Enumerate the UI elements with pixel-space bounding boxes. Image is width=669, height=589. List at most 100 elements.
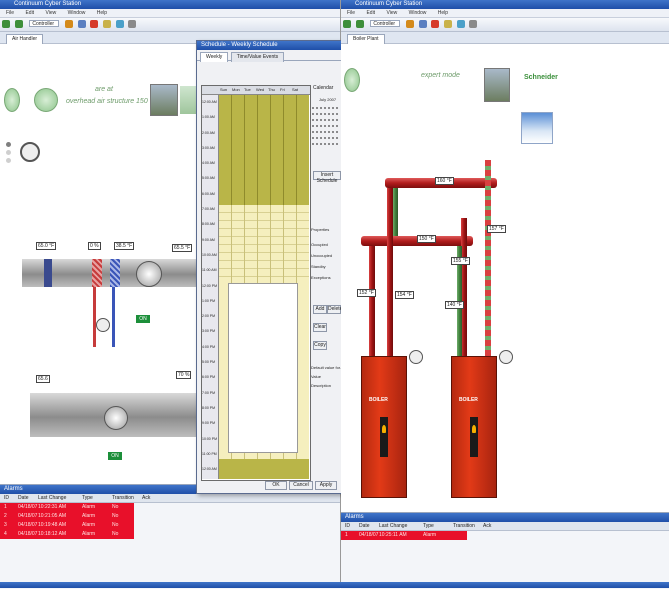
- pipe-temp-label-1: 160 °F: [435, 177, 454, 185]
- boiler-2-burner: [470, 417, 478, 457]
- cancel-button[interactable]: Cancel: [289, 481, 313, 490]
- alarm-icon[interactable]: [431, 20, 440, 28]
- alarm-row[interactable]: 1 04/18/0710:22:31 AM Alarm No: [0, 503, 134, 512]
- boiler-1-flame-icon: [382, 425, 386, 433]
- right-window-title: Continuum Cyber Station: [355, 1, 423, 7]
- boiler-2[interactable]: BOILER: [451, 356, 497, 498]
- menu-window[interactable]: Window: [409, 10, 427, 16]
- print-icon[interactable]: [418, 20, 427, 28]
- banner-text-line-1: are at: [95, 86, 113, 93]
- boiler-2-label: BOILER: [459, 397, 478, 403]
- left-banner: are at overhead air structure 150: [0, 82, 196, 132]
- print-icon[interactable]: [77, 20, 86, 28]
- alarm-icon[interactable]: [90, 20, 99, 28]
- trend-icon[interactable]: [456, 20, 465, 28]
- alarm-row[interactable]: 3 04/18/0710:19:48 AM Alarm No: [0, 521, 134, 530]
- occupied-block[interactable]: [219, 95, 309, 205]
- occupied-block-evening[interactable]: [219, 459, 309, 479]
- refresh-icon[interactable]: [406, 20, 415, 28]
- mini-calendar[interactable]: [311, 105, 339, 149]
- left-alarm-header: ID Date Last Change Type Transition Ack: [0, 494, 340, 503]
- menu-edit[interactable]: Edit: [366, 10, 375, 16]
- settings-icon[interactable]: [469, 20, 478, 28]
- right-toolbar: Controller: [341, 18, 669, 32]
- valve-icon[interactable]: [96, 318, 110, 332]
- boiler-2-flame-icon: [472, 425, 476, 433]
- tab-time-value-events[interactable]: Time/Value Events: [230, 52, 285, 62]
- menu-file[interactable]: File: [6, 10, 14, 16]
- supply-fan-icon: [136, 261, 162, 287]
- menu-window[interactable]: Window: [68, 10, 86, 16]
- header-text: expert mode: [421, 72, 460, 79]
- weather-thumbnail: [521, 112, 553, 144]
- home-button-icon[interactable]: [4, 88, 20, 112]
- trend-icon[interactable]: [115, 20, 124, 28]
- alarm-row[interactable]: 4 04/18/0710:18:12 AM Alarm No: [0, 530, 134, 539]
- alarm-row[interactable]: 2 04/18/0710:21:05 AM Alarm No: [0, 512, 134, 521]
- pipe-temp-label-2: 150 °F: [417, 235, 436, 243]
- tab-boiler-plant[interactable]: Boiler Plant: [347, 34, 385, 44]
- right-window-titlebar: Continuum Cyber Station: [341, 0, 669, 9]
- pipe-temp-label-5: 152 °F: [357, 289, 376, 297]
- insert-schedule-button[interactable]: Insert Schedule: [313, 171, 341, 184]
- brand-logo: Schneider: [524, 74, 558, 81]
- ok-button[interactable]: OK: [265, 481, 287, 490]
- right-menubar: File Edit View Window Help: [341, 9, 669, 18]
- label-sensor-3: 38.5 °F: [114, 242, 135, 250]
- mode-radio-2[interactable]: [6, 150, 11, 155]
- address-field[interactable]: Controller: [29, 20, 60, 27]
- mode-radio-1[interactable]: [6, 142, 11, 147]
- mode-radio-3[interactable]: [6, 158, 11, 163]
- apply-button[interactable]: Apply: [315, 481, 337, 490]
- copy-button[interactable]: Copy: [313, 341, 327, 350]
- schedule-icon[interactable]: [103, 20, 112, 28]
- boiler-1-label: BOILER: [369, 397, 388, 403]
- pipe-temp-label-4: 155 °F: [451, 257, 470, 265]
- address-field[interactable]: Controller: [370, 20, 401, 27]
- add-button[interactable]: Add: [313, 305, 327, 314]
- home-button-icon[interactable]: [344, 68, 360, 92]
- right-alarm-titlebar: Alarms: [341, 513, 669, 522]
- back-button-icon[interactable]: [34, 88, 58, 112]
- delete-button[interactable]: Delete: [327, 305, 342, 314]
- heating-coil: [92, 259, 102, 287]
- calendar-month: July 2007: [319, 97, 337, 102]
- label-sensor-2: 0 %: [88, 242, 101, 250]
- refresh-icon[interactable]: [65, 20, 74, 28]
- forward-icon[interactable]: [355, 20, 364, 28]
- valve-pipe-blue: [112, 287, 115, 347]
- left-window-titlebar: Continuum Cyber Station: [0, 0, 340, 9]
- photo-thumbnail: [484, 68, 510, 102]
- occupied-checkbox[interactable]: Occupied Unoccupied Standby Exceptions: [311, 239, 341, 283]
- clear-button[interactable]: Clear: [313, 323, 327, 332]
- back-icon[interactable]: [2, 20, 10, 28]
- back-icon[interactable]: [343, 20, 351, 28]
- forward-icon[interactable]: [14, 20, 23, 28]
- menu-view[interactable]: View: [45, 10, 56, 16]
- menu-help[interactable]: Help: [97, 10, 107, 16]
- tab-weekly[interactable]: Weekly: [200, 52, 229, 62]
- standby-block[interactable]: [219, 205, 309, 277]
- riser-4: [485, 160, 491, 360]
- time-column: 12:00 AM 1:00 AM 2:00 AM 3:00 AM 4:00 AM 5:00…: [202, 95, 219, 479]
- menu-file[interactable]: File: [347, 10, 355, 16]
- cooling-coil: [110, 259, 120, 287]
- pipe-temp-label-7: 140 °F: [445, 301, 464, 309]
- menu-help[interactable]: Help: [438, 10, 448, 16]
- logo-thumbnail: [180, 86, 196, 114]
- boiler-1[interactable]: BOILER: [361, 356, 407, 498]
- menu-view[interactable]: View: [386, 10, 397, 16]
- exception-block[interactable]: [228, 283, 298, 453]
- right-header: expert mode Schneider: [341, 60, 669, 106]
- alarm-row[interactable]: 1 04/18/0710:25:11 AM Alarm: [341, 531, 467, 540]
- menu-edit[interactable]: Edit: [25, 10, 34, 16]
- tab-air-handler[interactable]: Air Handler: [6, 34, 44, 44]
- schedule-grid[interactable]: Sun Mon Tue Wed Thu Fri Sat 12:00 AM 1:00 AM 2:0…: [201, 85, 311, 481]
- settings-icon[interactable]: [128, 20, 137, 28]
- boiler-2-gauge-icon: [499, 350, 513, 364]
- right-window: Continuum Cyber Station File Edit View W…: [341, 0, 669, 589]
- label-sensor-5: 70 %: [176, 371, 192, 379]
- label-sensor-1: 65.0 °F: [36, 242, 57, 250]
- riser-1-green: [393, 188, 398, 236]
- schedule-icon[interactable]: [444, 20, 453, 28]
